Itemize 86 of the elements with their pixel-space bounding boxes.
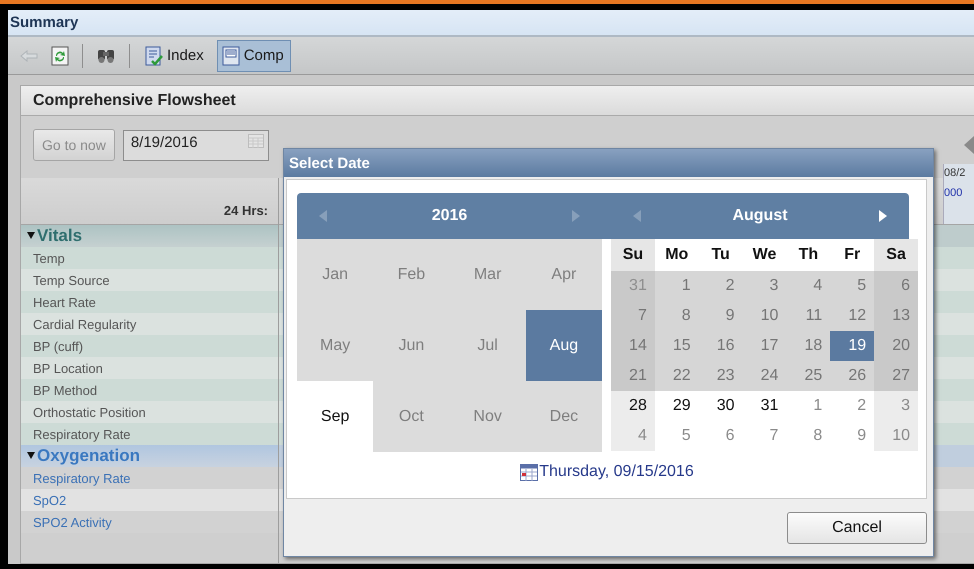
day-cell[interactable]: 1	[654, 271, 699, 301]
month-cell[interactable]: Aug	[526, 310, 602, 381]
day-cell[interactable]: 28	[611, 391, 655, 421]
left-triangle-icon	[633, 210, 641, 222]
day-cell[interactable]: 7	[611, 301, 655, 331]
month-cell[interactable]: Mar	[450, 239, 526, 310]
group-header[interactable]: Vitals	[21, 225, 278, 247]
today-link[interactable]: Thursday, 09/15/2016	[520, 463, 694, 481]
month-cell[interactable]: Apr	[526, 239, 602, 310]
day-cell[interactable]: 12	[830, 301, 874, 331]
column-date: 08/2	[944, 167, 966, 179]
refresh-icon	[51, 46, 69, 66]
cancel-button[interactable]: Cancel	[787, 512, 927, 544]
window-title: Summary	[9, 13, 80, 33]
checklist-icon	[145, 46, 163, 66]
day-cell[interactable]: 3	[742, 271, 786, 301]
row-label: Temp Source	[21, 269, 278, 291]
day-cell[interactable]: 6	[874, 271, 918, 301]
day-cell[interactable]: 10	[874, 421, 918, 451]
row-label: BP (cuff)	[21, 335, 278, 357]
day-cell[interactable]: 25	[786, 361, 830, 391]
day-cell[interactable]: 8	[654, 301, 699, 331]
month-cell[interactable]: May	[297, 310, 374, 381]
month-label: August	[732, 207, 788, 225]
dialog-title: Select Date	[289, 154, 370, 172]
right-triangle-icon	[878, 210, 887, 222]
toolbar-tab[interactable]: Index	[140, 40, 211, 72]
day-cell[interactable]: 18	[786, 331, 830, 361]
row-label: SpO2	[21, 489, 278, 511]
day-cell[interactable]: 11	[786, 301, 830, 331]
day-cell[interactable]: 4	[786, 271, 830, 301]
day-cell[interactable]: 5	[830, 271, 874, 301]
row-label: Orthostatic Position	[21, 401, 278, 423]
binoculars-icon	[96, 47, 116, 64]
row-label: Temp	[21, 247, 278, 269]
toolbar-tab[interactable]: Comp	[216, 40, 291, 72]
day-cell[interactable]: 9	[698, 301, 743, 331]
month-cell[interactable]: Dec	[526, 381, 602, 452]
day-cell[interactable]: 17	[742, 331, 786, 361]
day-cell[interactable]: 20	[874, 331, 918, 361]
next-month-button[interactable]	[876, 208, 889, 224]
calendar-icon	[520, 464, 538, 480]
day-cell[interactable]: 15	[654, 331, 699, 361]
day-cell[interactable]: 31	[611, 271, 655, 301]
month-cell[interactable]: Jul	[450, 310, 526, 381]
row-label: Respiratory Rate	[21, 423, 278, 445]
row-label: BP Location	[21, 357, 278, 379]
group-title: Vitals	[37, 226, 82, 246]
day-cell[interactable]: 14	[611, 331, 655, 361]
day-cell[interactable]: 3	[874, 391, 918, 421]
row-label: BP Method	[21, 379, 278, 401]
day-cell[interactable]: 19	[830, 331, 874, 361]
day-cell[interactable]: 27	[874, 361, 918, 391]
day-cell[interactable]: 22	[654, 361, 699, 391]
year-label: 2016	[432, 207, 468, 225]
panel-title: Comprehensive Flowsheet	[33, 92, 236, 110]
day-cell[interactable]: 2	[698, 271, 743, 301]
weekday-header: Su	[611, 239, 655, 271]
document-icon	[222, 46, 240, 66]
day-cell[interactable]: 16	[698, 331, 743, 361]
day-cell[interactable]: 4	[611, 421, 655, 451]
group-header[interactable]: Oxygenation	[21, 445, 278, 467]
day-cell[interactable]: 13	[874, 301, 918, 331]
month-cell[interactable]: Sep	[297, 381, 374, 452]
weekday-header: Sa	[874, 239, 918, 271]
range-label: 24 Hrs:	[224, 203, 268, 218]
calendar-icon	[248, 134, 264, 148]
right-triangle-icon	[572, 210, 580, 222]
day-cell[interactable]: 26	[830, 361, 874, 391]
left-triangle-icon	[319, 210, 327, 222]
month-cell[interactable]: Jan	[297, 239, 374, 310]
date-field[interactable]: 8/19/2016	[122, 130, 269, 160]
month-cell[interactable]: Feb	[373, 239, 450, 310]
group-title: Oxygenation	[37, 446, 140, 466]
month-cell[interactable]: Jun	[373, 310, 450, 381]
row-label: Cardial Regularity	[21, 313, 278, 335]
day-cell[interactable]: 10	[742, 301, 786, 331]
column-time: 000	[944, 187, 964, 199]
day-cell[interactable]: 21	[611, 361, 655, 391]
month-cell[interactable]: Oct	[373, 381, 450, 452]
day-cell[interactable]: 23	[698, 361, 743, 391]
back-arrow-icon	[19, 48, 39, 64]
day-cell[interactable]: 24	[742, 361, 786, 391]
left-arrow-icon	[964, 136, 974, 154]
month-cell[interactable]: Nov	[450, 381, 526, 452]
row-label: Heart Rate	[21, 291, 278, 313]
